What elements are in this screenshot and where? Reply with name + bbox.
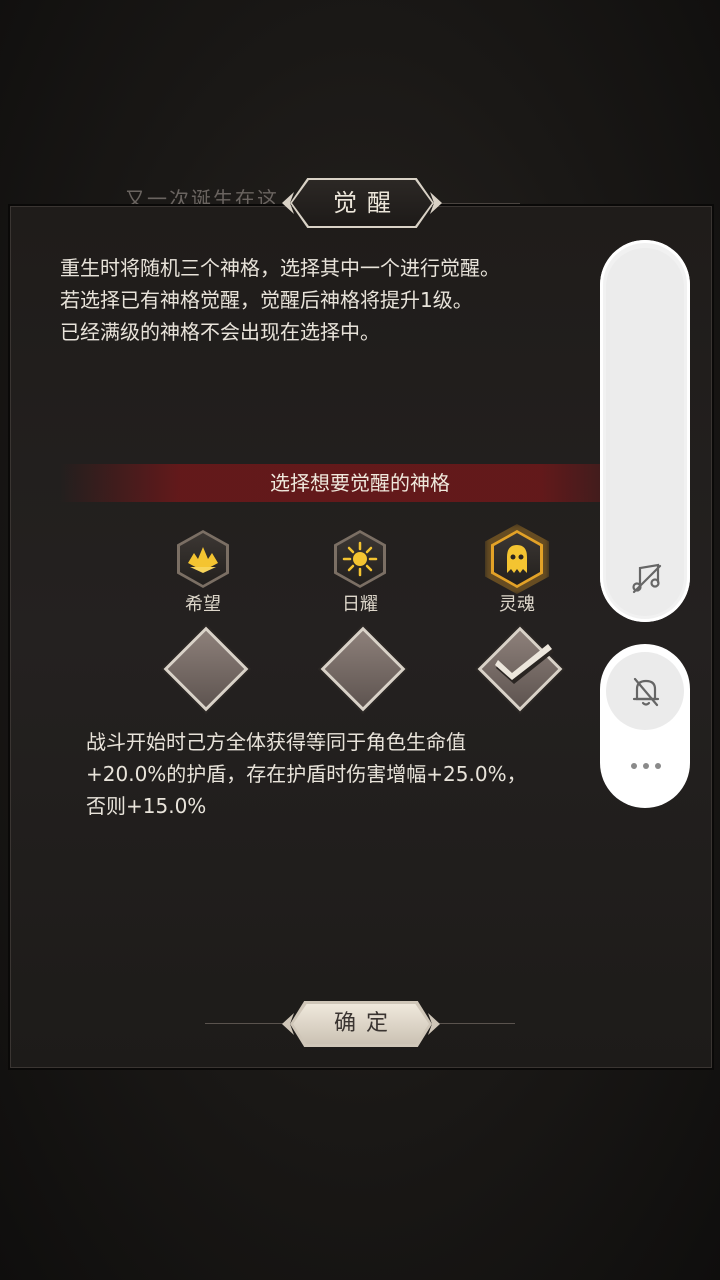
divinity-effect: 战斗开始时己方全体获得等同于角色生命值 +20.0%的护盾，存在护盾时伤害增幅+… [86,726,626,822]
section-title: 选择想要觉醒的神格 [270,471,450,495]
description-line: 若选择已有神格觉醒，觉醒后神格将提升1级。 [60,288,473,312]
description-line: 重生时将随机三个神格，选择其中一个进行觉醒。 [60,256,500,280]
confirm-button[interactable]: 确定 [282,1001,440,1047]
hope-crown-icon [188,547,218,573]
awaken-description: 重生时将随机三个神格，选择其中一个进行觉醒。 若选择已有神格觉醒，觉醒后神格将提… [60,252,620,348]
effect-line: 否则+15.0% [86,794,207,818]
divinity-hope[interactable]: 希望 [163,530,243,620]
divinity-label: 灵魂 [499,594,535,615]
right-ornament-icon [430,192,442,214]
bell-off-icon[interactable] [628,673,664,709]
checkmark-icon [495,644,554,684]
confirm-label: 确定 [333,1011,398,1036]
divinity-label: 日耀 [342,594,378,615]
effect-line: +20.0%的护盾，存在护盾时伤害增幅+25.0%， [86,762,527,786]
ghost-soul-icon [507,545,527,573]
right-ornament-icon [428,1013,440,1035]
confirm-divider-right [435,1023,515,1024]
dialog-title-plate: 觉醒 [282,178,442,228]
confirm-divider-left [205,1023,285,1024]
sun-icon [342,541,378,577]
description-line: 已经满级的神格不会出现在选择中。 [60,320,380,344]
divinity-label: 希望 [185,594,221,615]
divinity-sun[interactable]: 日耀 [320,530,400,620]
divinity-soul[interactable]: 灵魂 [477,524,557,620]
dialog-title: 觉醒 [333,189,401,217]
more-dots-icon[interactable] [628,760,664,772]
effect-line: 战斗开始时己方全体获得等同于角色生命值 [86,730,466,754]
music-off-icon[interactable] [628,560,664,596]
